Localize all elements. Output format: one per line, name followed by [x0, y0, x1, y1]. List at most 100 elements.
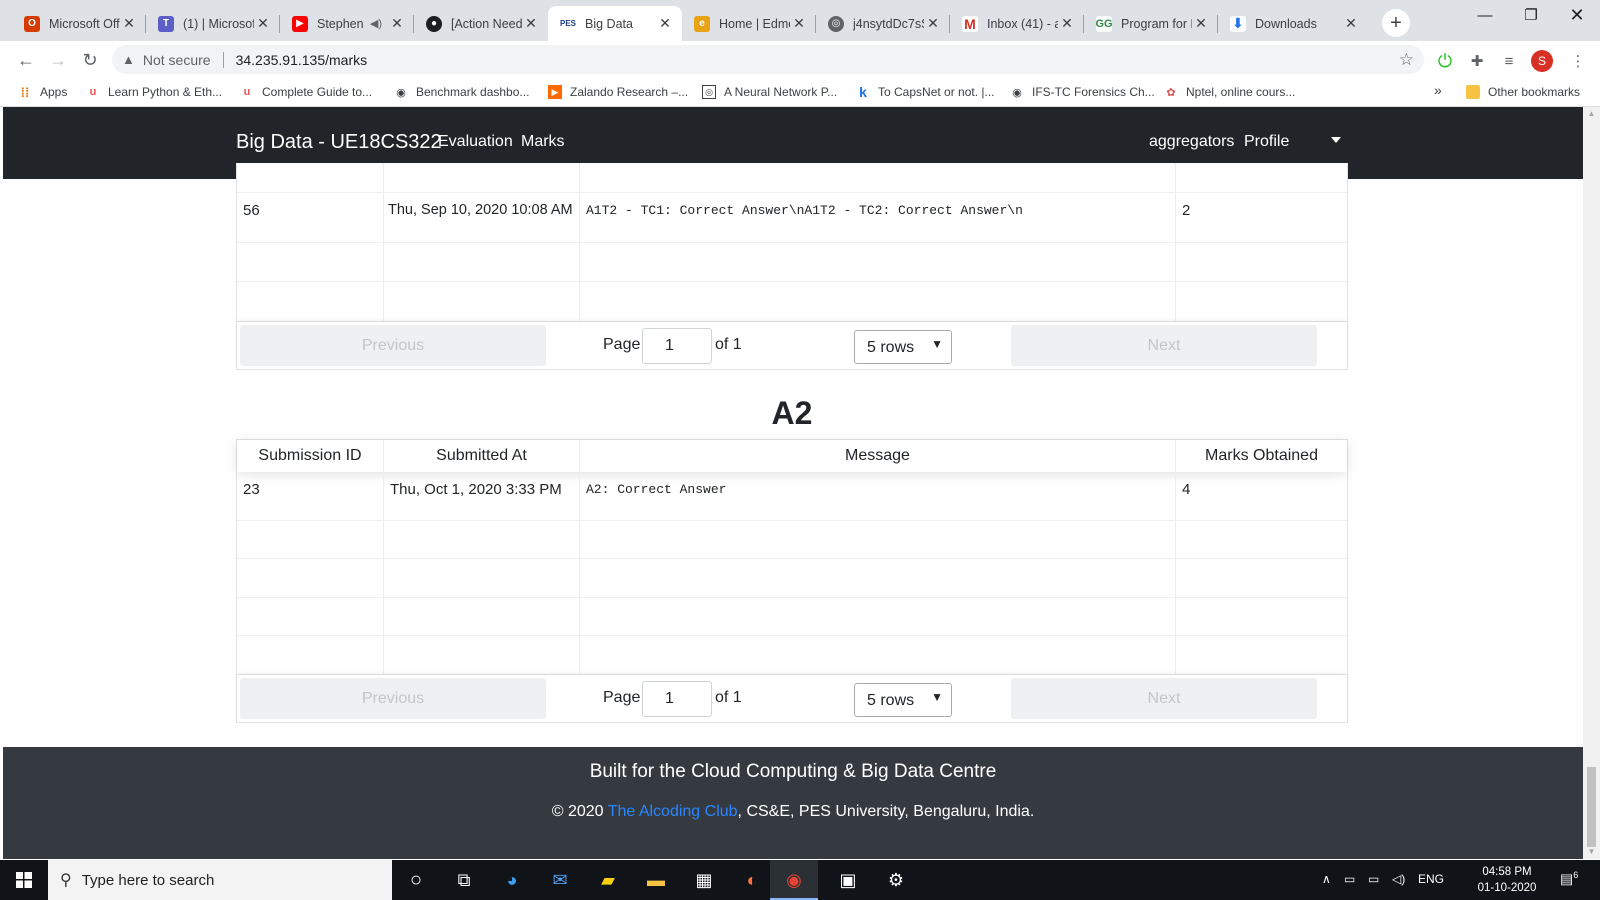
alcoding-club-link[interactable]: The Alcoding Club — [608, 803, 738, 820]
extensions-puzzle-icon[interactable]: ✚ — [1467, 51, 1487, 71]
brand[interactable]: Big Data - UE18CS322 — [236, 131, 442, 154]
previous-button[interactable]: Previous — [240, 325, 546, 366]
address-bar[interactable]: ▲ Not secure 34.235.91.135/marks ☆ — [112, 45, 1424, 74]
battery-icon[interactable]: ▭ — [1368, 872, 1379, 886]
browser-tab[interactable]: ● [Action Need ✕ — [414, 6, 548, 41]
scroll-down-icon[interactable]: ▼ — [1583, 845, 1600, 859]
browser-tab[interactable]: ⬇ Downloads ✕ — [1218, 6, 1368, 41]
bookmark-item[interactable]: u Learn Python & Eth... — [86, 85, 222, 99]
column-header[interactable]: Marks Obtained — [1176, 440, 1347, 472]
task-view-icon[interactable]: ⧉ — [450, 866, 478, 894]
bookmark-star-icon[interactable]: ☆ — [1399, 50, 1414, 70]
close-icon[interactable]: ✕ — [1058, 15, 1076, 32]
close-icon[interactable]: ✕ — [790, 15, 808, 32]
browser-tab[interactable]: O Microsoft Off ✕ — [12, 6, 146, 41]
scrollbar-thumb[interactable] — [1587, 767, 1596, 847]
mail-icon[interactable]: ✉ — [546, 866, 574, 894]
nav-link-marks[interactable]: Marks — [521, 133, 565, 151]
pagination: Previous Page 1 of 1 5 rows ▼ Next — [237, 321, 1347, 370]
tab-title: Downloads — [1255, 16, 1317, 31]
page-total: of 1 — [715, 336, 742, 353]
firefox-icon[interactable]: ◐ — [738, 866, 766, 894]
bookmark-item[interactable]: ◉ Benchmark dashbo... — [394, 85, 529, 99]
close-icon[interactable]: ✕ — [254, 15, 272, 32]
search-icon: ⚲ — [60, 872, 72, 889]
other-bookmarks[interactable]: Other bookmarks — [1466, 85, 1580, 99]
language-indicator[interactable]: ENG — [1418, 872, 1444, 886]
bookmark-item[interactable]: ✿ Nptel, online cours... — [1164, 85, 1295, 99]
bookmark-item[interactable]: u Complete Guide to... — [240, 85, 372, 99]
close-icon[interactable]: ✕ — [120, 15, 138, 32]
settings-gear-icon[interactable]: ⚙ — [882, 866, 910, 894]
notifications-icon[interactable]: ▤6 — [1560, 870, 1578, 888]
file-explorer-icon[interactable]: ▬ — [642, 866, 670, 894]
previous-button[interactable]: Previous — [240, 678, 546, 719]
profile-caret-icon[interactable] — [1331, 137, 1341, 143]
chrome-icon[interactable]: ◉ — [780, 866, 808, 894]
close-icon[interactable]: ✕ — [656, 15, 674, 32]
browser-tab[interactable]: ▶ Stephen ◀) ✕ — [280, 6, 414, 41]
close-icon[interactable]: ✕ — [1192, 15, 1210, 32]
speaker-icon[interactable]: ◀) — [370, 17, 382, 30]
browser-tab[interactable]: GG Program for F ✕ — [1084, 6, 1218, 41]
extension-power-icon[interactable]: ⏻ — [1435, 51, 1455, 71]
bookmark-item[interactable]: ▶ Zalando Research –... — [548, 85, 688, 99]
tray-chevron-icon[interactable]: ∧ — [1322, 872, 1331, 886]
browser-toolbar: ← → ↻ ▲ Not secure 34.235.91.135/marks ☆… — [0, 41, 1600, 79]
table-row — [237, 559, 1347, 598]
next-button[interactable]: Next — [1011, 678, 1317, 719]
taskbar-clock[interactable]: 04:58 PM 01-10-2020 — [1466, 864, 1548, 896]
column-header[interactable]: Message — [580, 440, 1176, 472]
close-icon[interactable]: ✕ — [924, 15, 942, 32]
close-icon[interactable]: ✕ — [388, 15, 406, 32]
profile-avatar[interactable]: S — [1531, 50, 1553, 72]
rows-per-page-select[interactable]: 5 rows ▼ — [854, 683, 952, 717]
security-label[interactable]: Not secure — [143, 52, 211, 68]
bookmark-apps[interactable]: ⁞⁞ Apps — [18, 85, 68, 100]
cortana-icon[interactable]: ○ — [402, 866, 430, 894]
back-icon[interactable]: ← — [12, 46, 40, 74]
bookmark-item[interactable]: k To CapsNet or not. |... — [856, 84, 995, 100]
bookmark-item[interactable]: ◎ A Neural Network P... — [702, 85, 837, 99]
minimize-button[interactable]: — — [1462, 0, 1508, 30]
store-icon[interactable]: ▦ — [690, 866, 718, 894]
bookmark-label: To CapsNet or not. |... — [878, 85, 995, 99]
windows-start-button[interactable] — [0, 860, 48, 900]
url-text[interactable]: 34.235.91.135/marks — [236, 52, 368, 68]
page-number-input[interactable]: 1 — [642, 681, 712, 717]
warning-icon[interactable]: ▲ — [122, 52, 135, 67]
close-icon[interactable]: ✕ — [1342, 15, 1360, 32]
next-button[interactable]: Next — [1011, 325, 1317, 366]
column-header[interactable]: Submission ID — [237, 440, 384, 472]
reload-icon[interactable]: ↻ — [76, 46, 104, 74]
column-header[interactable]: Submitted At — [384, 440, 580, 472]
browser-tab[interactable]: M Inbox (41) - a ✕ — [950, 6, 1084, 41]
browser-tab[interactable]: e Home | Edmo ✕ — [682, 6, 816, 41]
nav-user[interactable]: aggregators — [1149, 133, 1234, 151]
page-number-input[interactable]: 1 — [642, 328, 712, 364]
forward-icon[interactable]: → — [44, 46, 72, 74]
close-icon[interactable]: ✕ — [522, 15, 540, 32]
browser-tab-active[interactable]: PES Big Data ✕ — [548, 6, 682, 41]
scroll-up-icon[interactable]: ▲ — [1583, 107, 1600, 121]
nav-profile[interactable]: Profile — [1244, 133, 1289, 151]
clock-date: 01-10-2020 — [1477, 882, 1537, 894]
network-icon[interactable]: ▭ — [1344, 872, 1355, 886]
window-close-button[interactable]: ✕ — [1554, 0, 1600, 30]
rows-per-page-select[interactable]: 5 rows ▼ — [854, 330, 952, 364]
bookmark-item[interactable]: ◉ IFS-TC Forensics Ch... — [1010, 85, 1155, 99]
nav-link-evaluation[interactable]: Evaluation — [438, 133, 513, 151]
page-scrollbar[interactable]: ▲ ▼ — [1583, 107, 1600, 859]
edge-icon[interactable]: ◕ — [498, 866, 526, 894]
new-tab-button[interactable]: + — [1382, 9, 1410, 37]
reading-list-icon[interactable]: ≡ — [1499, 51, 1519, 71]
browser-tab[interactable]: ◎ j4nsytdDc7sS ✕ — [816, 6, 950, 41]
sticky-notes-icon[interactable]: ▰ — [594, 866, 622, 894]
bookmarks-overflow-button[interactable]: » — [1434, 82, 1442, 98]
terminal-icon[interactable]: ▣ — [834, 866, 862, 894]
taskbar-search-box[interactable]: ⚲ Type here to search — [48, 860, 392, 900]
browser-tab[interactable]: T (1) | Microsof ✕ — [146, 6, 280, 41]
kebab-menu-icon[interactable]: ⋮ — [1568, 51, 1588, 71]
restore-button[interactable]: ❐ — [1508, 0, 1554, 30]
volume-icon[interactable]: ◁) — [1392, 872, 1405, 886]
